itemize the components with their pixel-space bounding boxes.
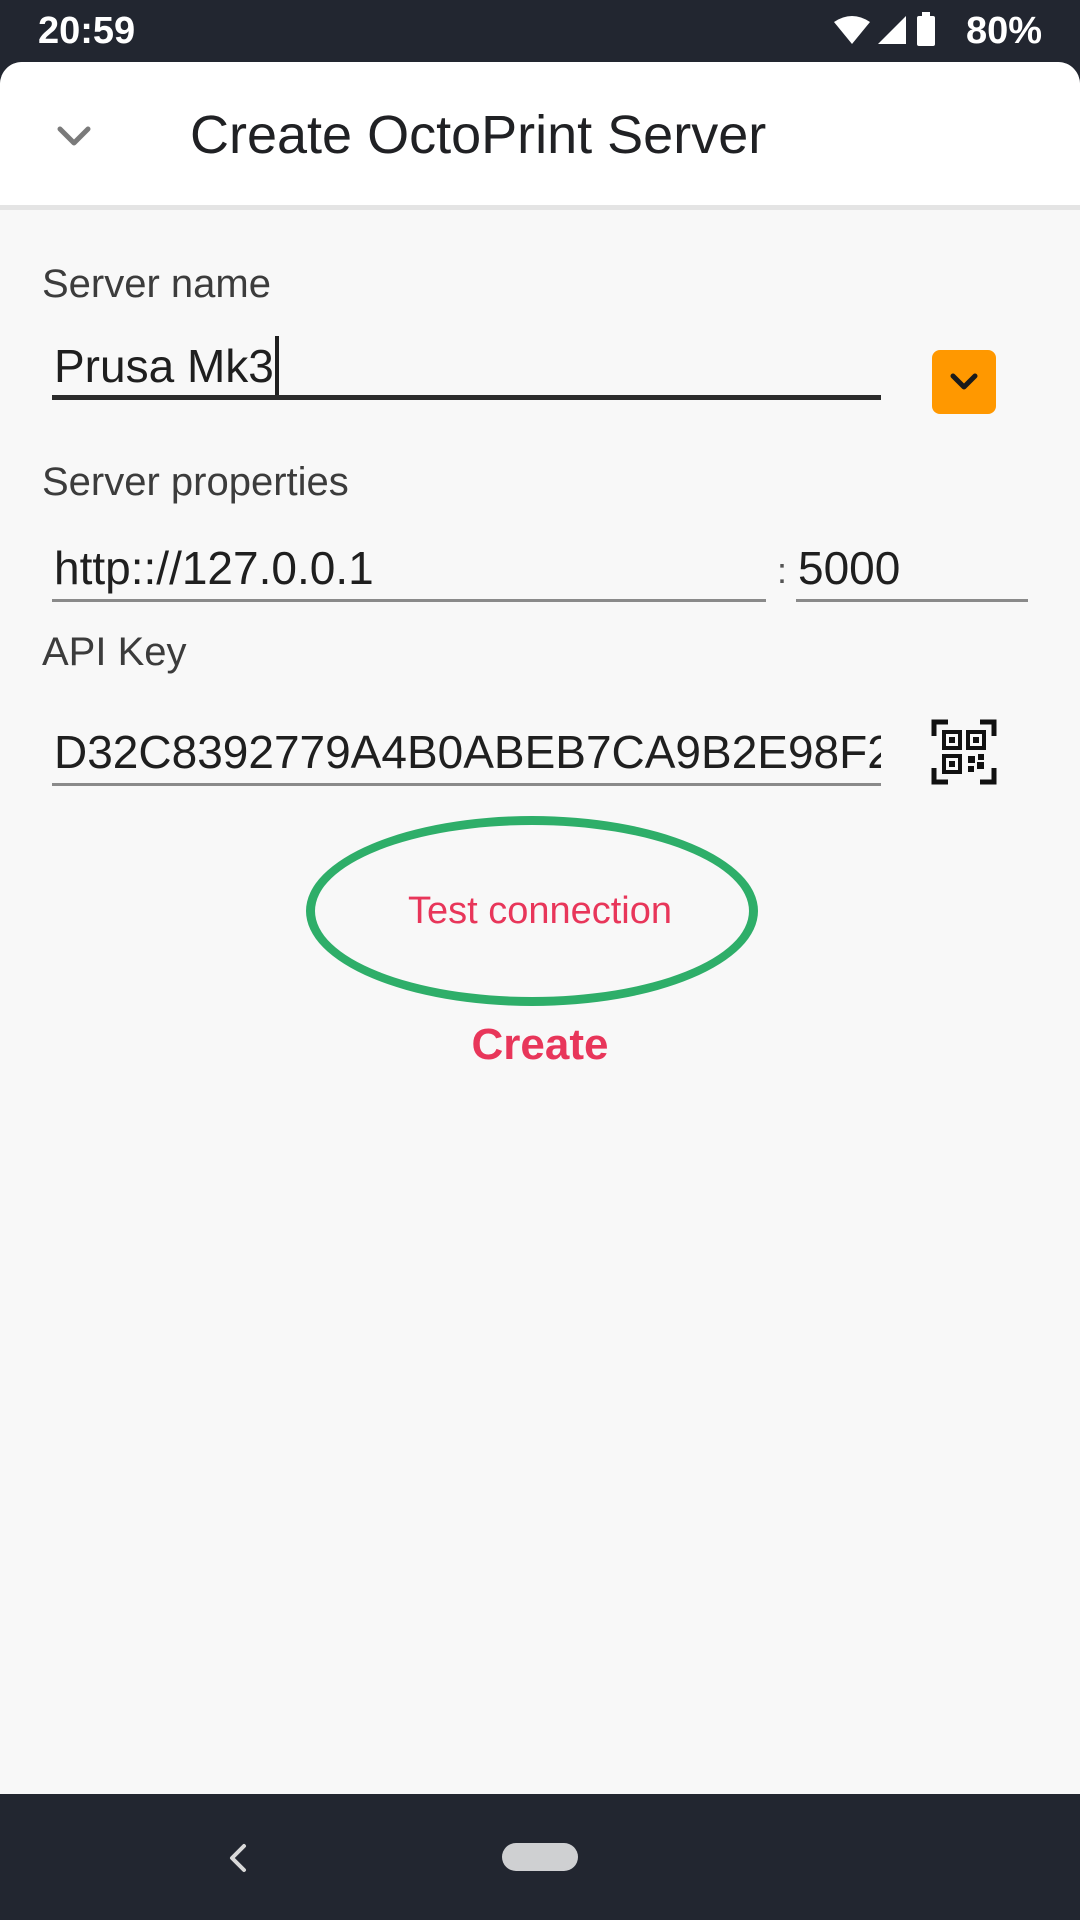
battery-percentage: 80% <box>965 10 1042 52</box>
cell-signal-icon <box>878 16 906 44</box>
server-port-field[interactable]: 5000 <box>796 538 1028 602</box>
server-name-label: Server name <box>42 262 271 306</box>
server-name-field[interactable]: Prusa Mk3 <box>52 336 881 400</box>
server-properties-label: Server properties <box>42 460 349 504</box>
collapse-button[interactable] <box>40 102 108 170</box>
port-separator: : <box>777 550 788 591</box>
chevron-down-icon <box>57 126 91 146</box>
page-title: Create OctoPrint Server <box>190 105 767 165</box>
status-bar: 20:59 80% <box>0 0 1080 64</box>
sheet-header: Create OctoPrint Server <box>0 62 1080 210</box>
server-preset-dropdown-button[interactable] <box>932 350 996 414</box>
qr-code-scan-icon <box>931 719 997 785</box>
server-url-value: http:://127.0.0.1 <box>54 542 374 594</box>
back-button[interactable] <box>210 1830 266 1886</box>
server-name-value: Prusa Mk3 <box>54 340 274 392</box>
scan-qr-button[interactable] <box>930 718 998 786</box>
server-url-field[interactable]: http:://127.0.0.1 <box>52 538 766 602</box>
back-icon <box>230 1844 246 1872</box>
server-port-value: 5000 <box>798 542 901 594</box>
api-key-label: API Key <box>42 630 187 674</box>
create-server-sheet: Create OctoPrint Server Server name Prus… <box>0 62 1080 1794</box>
api-key-field[interactable]: D32C8392779A4B0ABEB7CA9B2E98F2E <box>52 722 881 786</box>
create-button[interactable]: Create <box>390 1020 690 1070</box>
status-time: 20:59 <box>38 10 136 52</box>
api-key-value: D32C8392779A4B0ABEB7CA9B2E98F2E <box>54 726 881 778</box>
text-cursor <box>274 336 279 395</box>
wifi-icon <box>834 16 870 44</box>
home-button[interactable] <box>502 1843 578 1871</box>
chevron-down-icon <box>950 373 978 390</box>
status-icons: 80% <box>832 10 1042 54</box>
battery-icon <box>917 12 935 46</box>
test-connection-button[interactable]: Test connection <box>340 890 740 933</box>
